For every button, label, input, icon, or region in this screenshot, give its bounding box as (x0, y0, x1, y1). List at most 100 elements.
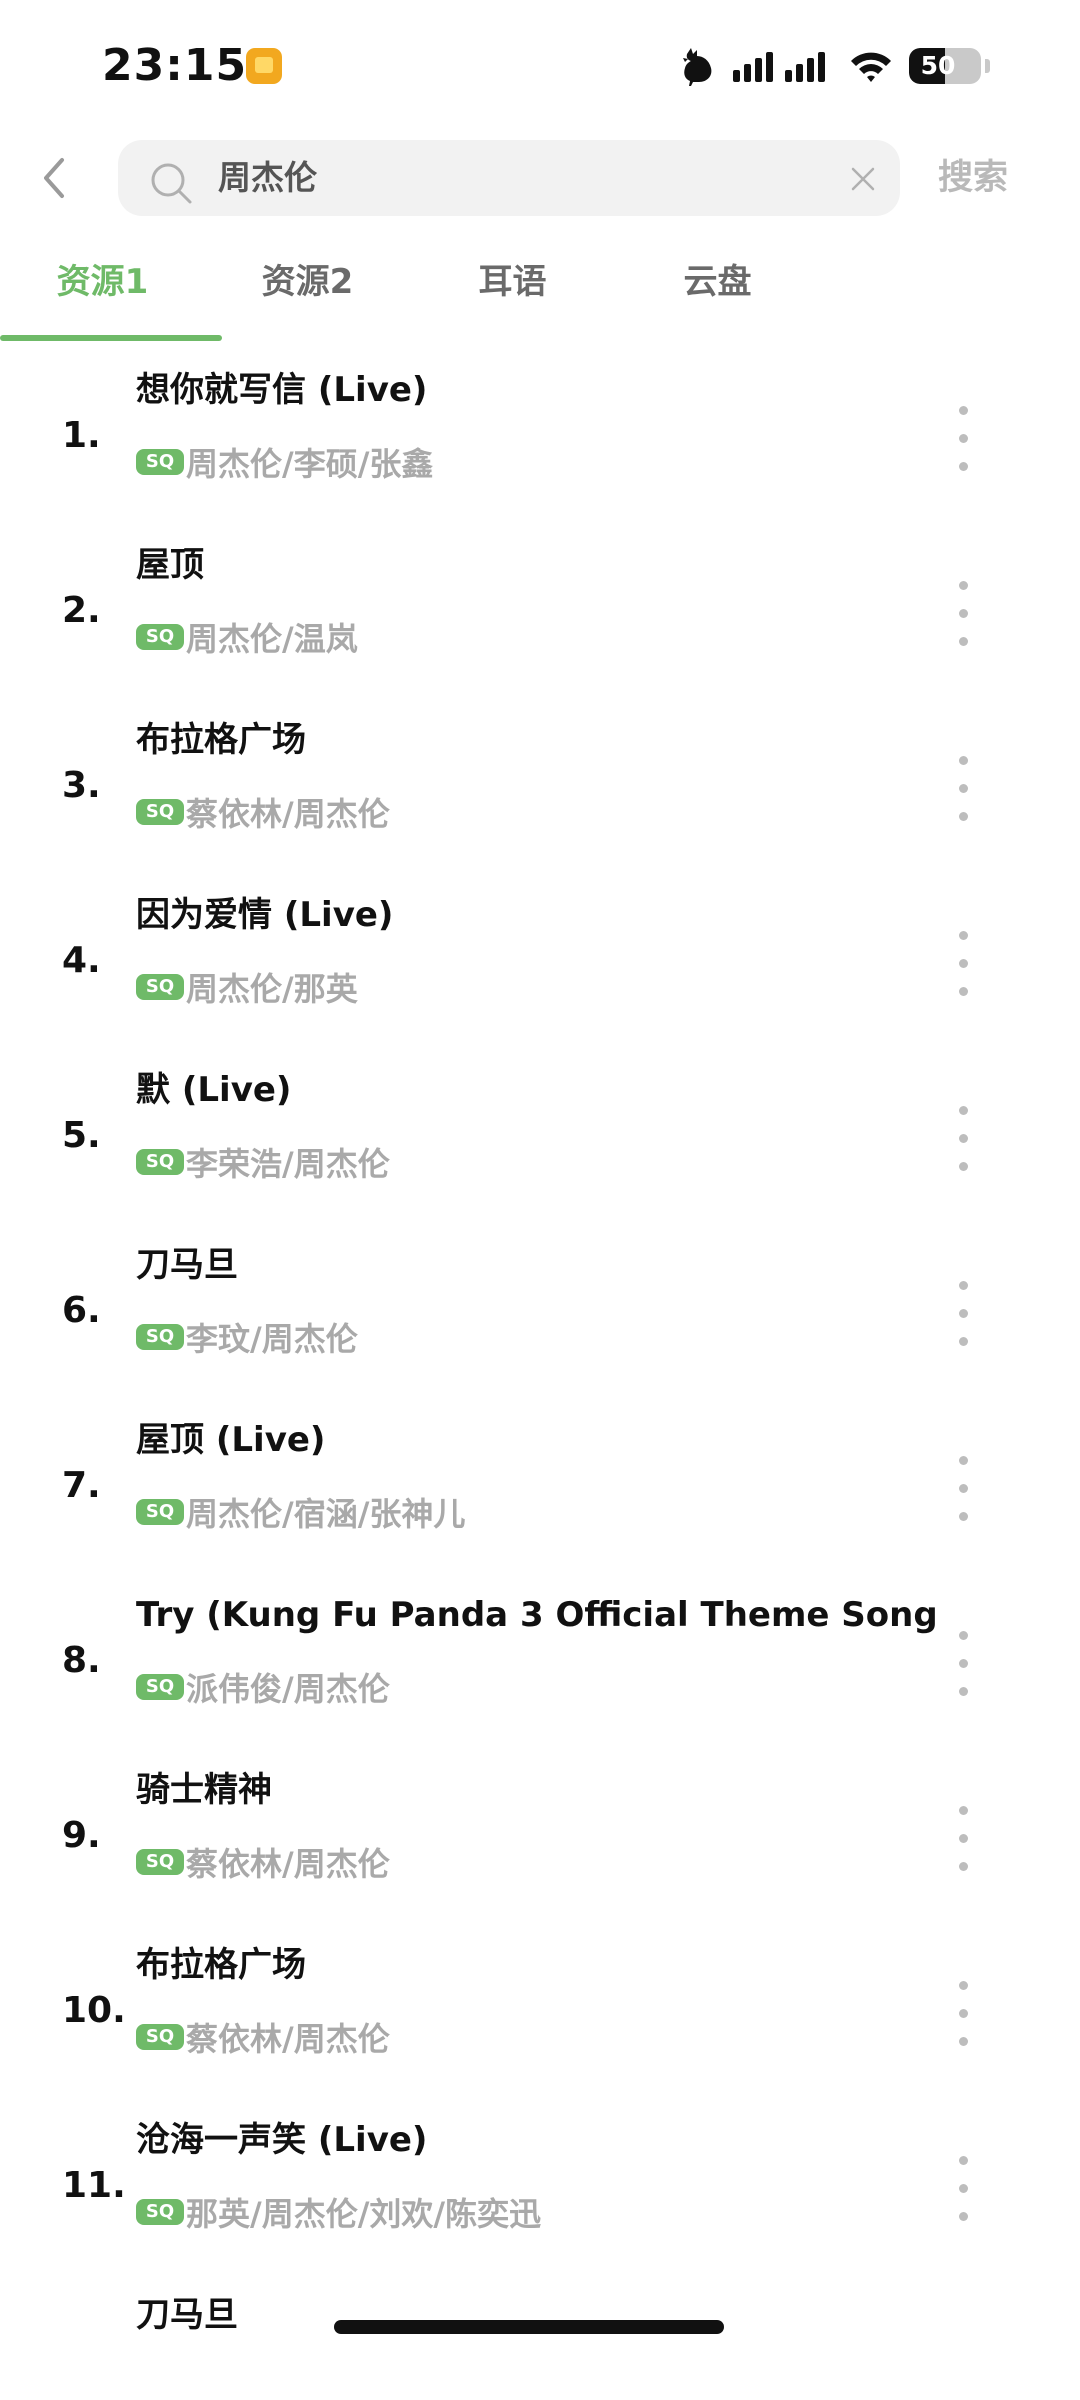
search-button[interactable]: 搜索 (918, 150, 1028, 206)
more-options-button[interactable] (944, 1619, 984, 1709)
song-meta: SQ 那英/周杰伦/刘欢/陈奕迅 (136, 2184, 541, 2240)
quality-badge: SQ (136, 1674, 184, 1700)
cellular-signal-icon (733, 52, 825, 82)
song-row[interactable]: 5. 默 (Live) SQ 李荣浩/周杰伦 (0, 1050, 1080, 1225)
song-row[interactable]: 6. 刀马旦 SQ 李玟/周杰伦 (0, 1225, 1080, 1400)
tab-source-1[interactable]: 资源1 (0, 250, 205, 314)
source-tabs: 资源1 资源2 耳语 云盘 (0, 250, 1080, 342)
home-indicator[interactable] (334, 2320, 724, 2334)
song-title: 默 (Live) (136, 1070, 292, 1110)
song-meta: SQ 派伟俊/周杰伦 (136, 1659, 390, 1715)
song-meta: SQ 周杰伦/宿涵/张神儿 (136, 1484, 465, 1540)
song-index: 4. (62, 940, 101, 981)
song-row[interactable]: 1. 想你就写信 (Live) SQ 周杰伦/李硕/张鑫 (0, 350, 1080, 525)
status-icons: 50 (679, 44, 990, 88)
more-options-button[interactable] (944, 919, 984, 1009)
quality-badge: SQ (136, 2199, 184, 2225)
wifi-icon (851, 52, 891, 82)
battery-cap (985, 59, 990, 73)
quality-badge: SQ (136, 1499, 184, 1525)
back-button[interactable] (30, 150, 80, 206)
close-icon[interactable] (848, 164, 878, 194)
song-artists: 李玟/周杰伦 (186, 1320, 358, 1358)
search-box[interactable]: 周杰伦 (118, 140, 900, 216)
search-input[interactable]: 周杰伦 (218, 140, 818, 216)
song-title: 布拉格广场 (136, 1945, 306, 1985)
quality-badge: SQ (136, 1849, 184, 1875)
more-options-button[interactable] (944, 1094, 984, 1184)
quality-badge: SQ (136, 1324, 184, 1350)
song-index: 10. (62, 1990, 126, 2031)
quality-badge: SQ (136, 624, 184, 650)
song-index: 3. (62, 765, 101, 806)
more-options-button[interactable] (944, 2144, 984, 2234)
song-artists: 蔡依林/周杰伦 (186, 2020, 390, 2058)
song-index: 11. (62, 2165, 126, 2206)
song-meta: SQ 李荣浩/周杰伦 (136, 1134, 390, 1190)
status-time: 23:15 (102, 40, 248, 91)
more-options-button[interactable] (944, 744, 984, 834)
song-title: 骑士精神 (136, 1770, 272, 1810)
quality-badge: SQ (136, 974, 184, 1000)
song-index: 1. (62, 415, 101, 456)
song-index: 2. (62, 590, 101, 631)
status-bar: 23:15 50 (0, 0, 1080, 120)
battery-level: 50 (920, 51, 956, 80)
song-row[interactable]: 3. 布拉格广场 SQ 蔡依林/周杰伦 (0, 700, 1080, 875)
song-index: 5. (62, 1115, 101, 1156)
more-options-button[interactable] (944, 1794, 984, 1884)
song-row[interactable]: 4. 因为爱情 (Live) SQ 周杰伦/那英 (0, 875, 1080, 1050)
song-title: Try (Kung Fu Panda 3 Official Theme Song… (136, 1595, 936, 1635)
song-row[interactable]: 11. 沧海一声笑 (Live) SQ 那英/周杰伦/刘欢/陈奕迅 (0, 2100, 1080, 2275)
more-options-button[interactable] (944, 569, 984, 659)
song-artists: 那英/周杰伦/刘欢/陈奕迅 (186, 2195, 542, 2233)
song-meta: SQ 李玟/周杰伦 (136, 1309, 358, 1365)
song-index: 6. (62, 1290, 101, 1331)
quality-badge: SQ (136, 2024, 184, 2050)
song-meta: SQ 蔡依林/周杰伦 (136, 2009, 390, 2065)
song-title: 刀马旦 (136, 1245, 238, 1285)
tab-whisper[interactable]: 耳语 (410, 250, 615, 314)
song-title: 因为爱情 (Live) (136, 895, 394, 935)
song-meta: SQ 蔡依林/周杰伦 (136, 1834, 390, 1890)
song-row[interactable]: 7. 屋顶 (Live) SQ 周杰伦/宿涵/张神儿 (0, 1400, 1080, 1575)
song-artists: 周杰伦/宿涵/张神儿 (186, 1495, 466, 1533)
song-title: 布拉格广场 (136, 720, 306, 760)
chevron-left-icon (44, 158, 64, 198)
more-options-button[interactable] (944, 1969, 984, 2059)
more-options-button[interactable] (944, 1444, 984, 1534)
song-row[interactable]: 8. Try (Kung Fu Panda 3 Official Theme S… (0, 1575, 1080, 1750)
more-options-button[interactable] (944, 394, 984, 484)
quality-badge: SQ (136, 1149, 184, 1175)
song-list[interactable]: 1. 想你就写信 (Live) SQ 周杰伦/李硕/张鑫 2. 屋顶 SQ 周杰… (0, 350, 1080, 2330)
song-title: 想你就写信 (Live) (136, 370, 428, 410)
tab-cloud-drive[interactable]: 云盘 (615, 250, 820, 314)
song-index: 9. (62, 1815, 101, 1856)
song-title: 屋顶 (136, 545, 204, 585)
active-tab-indicator (0, 335, 222, 341)
song-artists: 周杰伦/李硕/张鑫 (186, 445, 434, 483)
quality-badge: SQ (136, 449, 184, 475)
song-artists: 周杰伦/温岚 (186, 620, 358, 658)
song-artists: 李荣浩/周杰伦 (186, 1145, 390, 1183)
tab-source-2[interactable]: 资源2 (205, 250, 410, 314)
song-meta: SQ 周杰伦/温岚 (136, 609, 358, 665)
rooster-icon (683, 48, 712, 86)
quality-badge: SQ (136, 799, 184, 825)
song-artists: 蔡依林/周杰伦 (186, 795, 390, 833)
song-index: 8. (62, 1640, 101, 1681)
song-artists: 派伟俊/周杰伦 (186, 1670, 390, 1708)
song-row[interactable]: 10. 布拉格广场 SQ 蔡依林/周杰伦 (0, 1925, 1080, 2100)
song-title: 沧海一声笑 (Live) (136, 2120, 428, 2160)
song-row[interactable]: 9. 骑士精神 SQ 蔡依林/周杰伦 (0, 1750, 1080, 1925)
song-artists: 周杰伦/那英 (186, 970, 358, 1008)
battery-indicator: 50 (909, 48, 981, 84)
song-title: 屋顶 (Live) (136, 1420, 326, 1460)
notification-app-icon (246, 48, 282, 84)
song-meta: SQ 蔡依林/周杰伦 (136, 784, 390, 840)
song-index: 7. (62, 1465, 101, 1506)
song-meta: SQ 周杰伦/李硕/张鑫 (136, 434, 433, 490)
more-options-button[interactable] (944, 1269, 984, 1359)
song-row[interactable]: 2. 屋顶 SQ 周杰伦/温岚 (0, 525, 1080, 700)
song-meta: SQ 周杰伦/那英 (136, 959, 358, 1015)
